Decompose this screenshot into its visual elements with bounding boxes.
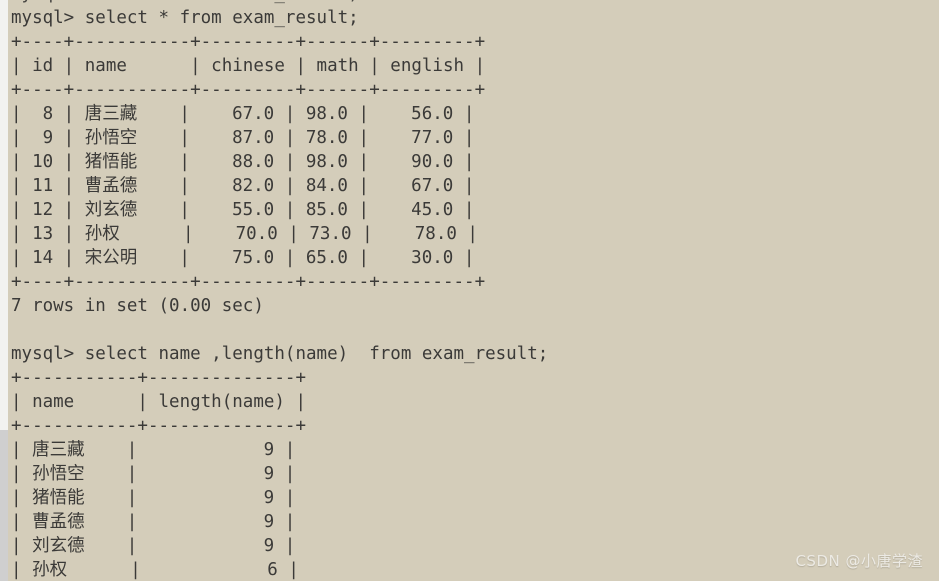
console-line: | 猪悟能 | 9 | bbox=[11, 488, 296, 508]
csdn-watermark: CSDN @小唐学渣 bbox=[795, 552, 923, 570]
console-line: | 孙权 | 6 | bbox=[11, 560, 299, 580]
console-line: | 10 | 猪悟能 | 88.0 | 98.0 | 90.0 | bbox=[11, 152, 475, 172]
console-line: +-----------+--------------+ bbox=[11, 416, 307, 436]
console-line: mysql> select * from exam_result; bbox=[11, 8, 359, 28]
console-line: | 11 | 曹孟德 | 82.0 | 84.0 | 67.0 | bbox=[11, 176, 475, 196]
console-line: +-----------+--------------+ bbox=[11, 368, 307, 388]
console-line: mysql> select name ,length(name) from ex… bbox=[11, 344, 549, 364]
console-line: | 14 | 宋公明 | 75.0 | 65.0 | 30.0 | bbox=[11, 248, 475, 268]
console-line: +----+-----------+---------+------+-----… bbox=[11, 272, 486, 292]
window-left-scrollbar[interactable] bbox=[0, 430, 8, 581]
mysql-terminal-window[interactable]: mysql> select * from exam_result; mysql> … bbox=[0, 0, 939, 581]
console-line: | 孙悟空 | 9 | bbox=[11, 464, 296, 484]
console-line: | 12 | 刘玄德 | 55.0 | 85.0 | 45.0 | bbox=[11, 200, 475, 220]
console-line-clipped: mysql> select * from exam_result; bbox=[11, 0, 548, 6]
console-line: | id | name | chinese | math | english | bbox=[11, 56, 486, 76]
console-line: | 曹孟德 | 9 | bbox=[11, 512, 296, 532]
console-line: | 刘玄德 | 9 | bbox=[11, 536, 296, 556]
console-line: | 9 | 孙悟空 | 87.0 | 78.0 | 77.0 | bbox=[11, 128, 475, 148]
terminal-screenshot: mysql> select * from exam_result; mysql> … bbox=[0, 0, 939, 581]
console-output[interactable]: mysql> select * from exam_result; mysql> … bbox=[11, 0, 548, 581]
console-line: +----+-----------+---------+------+-----… bbox=[11, 80, 486, 100]
console-line: 7 rows in set (0.00 sec) bbox=[11, 296, 264, 316]
console-line: +----+-----------+---------+------+-----… bbox=[11, 32, 486, 52]
console-line: | name | length(name) | bbox=[11, 392, 307, 412]
console-line: | 唐三藏 | 9 | bbox=[11, 440, 296, 460]
console-line: | 13 | 孙权 | 70.0 | 73.0 | 78.0 | bbox=[11, 224, 478, 244]
console-line: | 8 | 唐三藏 | 67.0 | 98.0 | 56.0 | bbox=[11, 104, 475, 124]
